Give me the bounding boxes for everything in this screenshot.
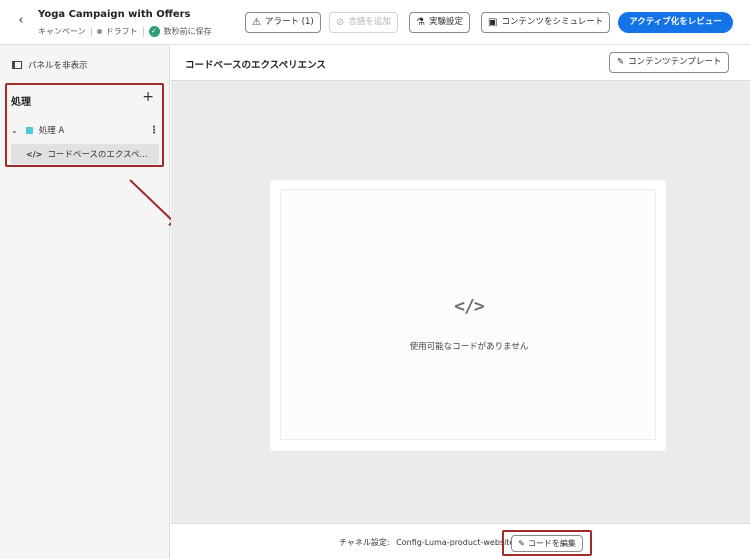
treatment-a-row[interactable]: ⌄ 処理 A ⋮ — [11, 123, 159, 137]
add-treatment-icon[interactable]: + — [142, 89, 154, 105]
alert-triangle-icon: ⚠ — [252, 17, 261, 28]
channel-settings-value: Config-Luma-product-website — [396, 538, 515, 547]
alerts-button[interactable]: ⚠ アラート (1) — [245, 12, 321, 33]
simulate-content-button[interactable]: ▣ コンテンツをシミュレート — [481, 12, 611, 33]
alerts-button-label: アラート (1) — [264, 17, 314, 27]
hide-panel-button[interactable]: パネルを非表示 — [12, 59, 88, 71]
edit-code-button[interactable]: ✎ コードを編集 — [511, 535, 583, 552]
treatment-color-swatch — [25, 126, 33, 134]
experiment-button-label: 実験設定 — [428, 17, 463, 27]
add-language-button-label: 言語を追加 — [348, 17, 391, 27]
treatments-highlight: 処理 + ⌄ 処理 A ⋮ </> コードベースのエクスペ... — [5, 83, 164, 167]
more-options-icon[interactable]: ⋮ — [149, 125, 159, 136]
channel-settings: チャネル設定: Config-Luma-product-website — [339, 537, 514, 548]
add-language-button[interactable]: ⊘ 言語を追加 — [329, 12, 398, 33]
hide-panel-label: パネルを非表示 — [28, 61, 88, 71]
language-icon: ⊘ — [336, 17, 345, 28]
panel-toggle-icon — [12, 61, 22, 69]
pencil-icon: ✎ — [518, 539, 525, 548]
flask-icon: ⚗ — [416, 17, 425, 28]
check-circle-icon: ✓ — [148, 26, 160, 37]
campaign-type: キャンペーン — [38, 27, 86, 36]
code-preview-area: </> 使用可能なコードがありません — [280, 189, 656, 440]
edit-code-label: コードを編集 — [527, 539, 576, 548]
review-activate-button[interactable]: アクティブ化をレビュー — [618, 12, 733, 33]
content-template-label: コンテンツテンプレート — [628, 57, 722, 67]
code-preview-card: </> 使用可能なコードがありません — [270, 180, 666, 451]
preview-scroll-rail — [655, 189, 656, 440]
experiment-button[interactable]: ⚗ 実験設定 — [409, 12, 470, 33]
campaign-title: Yoga Campaign with Offers — [38, 9, 191, 20]
status-dot-icon — [96, 29, 102, 34]
main-header: コードベースのエクスペリエンス ✎ コンテンツテンプレート — [171, 45, 750, 81]
code-item-label: コードベースのエクスペ... — [47, 150, 148, 160]
back-chevron-icon[interactable]: ‹ — [14, 13, 28, 29]
simulate-content-button-label: コンテンツをシミュレート — [501, 17, 604, 27]
footer-bar: チャネル設定: Config-Luma-product-website ✎ コー… — [171, 523, 750, 559]
treatments-panel: パネルを非表示 処理 + ⌄ 処理 A ⋮ </> コードベースのエクスペ... — [0, 45, 170, 559]
edit-code-highlight: ✎ コードを編集 — [502, 530, 592, 556]
code-icon: </> — [26, 149, 43, 159]
main-content: コードベースのエクスペリエンス ✎ コンテンツテンプレート </> 使用可能なコ… — [171, 45, 750, 559]
status-badge: ドラフト — [105, 27, 138, 36]
chevron-down-icon[interactable]: ⌄ — [11, 126, 18, 135]
saved-status: 数秒前に保存 — [163, 27, 212, 36]
simulate-icon: ▣ — [488, 17, 498, 28]
page-title: コードベースのエクスペリエンス — [185, 60, 326, 71]
template-icon: ✎ — [617, 57, 625, 67]
channel-settings-label: チャネル設定: — [339, 538, 390, 547]
content-template-button[interactable]: ✎ コンテンツテンプレート — [609, 52, 730, 73]
top-header: ‹ Yoga Campaign with Offers キャンペーン ドラフト … — [0, 0, 750, 45]
meta-divider — [90, 26, 92, 37]
meta-divider — [142, 26, 144, 37]
treatment-a-label: 処理 A — [38, 126, 65, 136]
campaign-meta: キャンペーン ドラフト ✓ 数秒前に保存 — [38, 26, 212, 37]
treatments-title: 処理 — [11, 97, 31, 108]
code-based-experience-item[interactable]: </> コードベースのエクスペ... — [11, 144, 159, 164]
code-brackets-icon: </> — [454, 296, 485, 317]
empty-state-message: 使用可能なコードがありません — [409, 342, 529, 352]
